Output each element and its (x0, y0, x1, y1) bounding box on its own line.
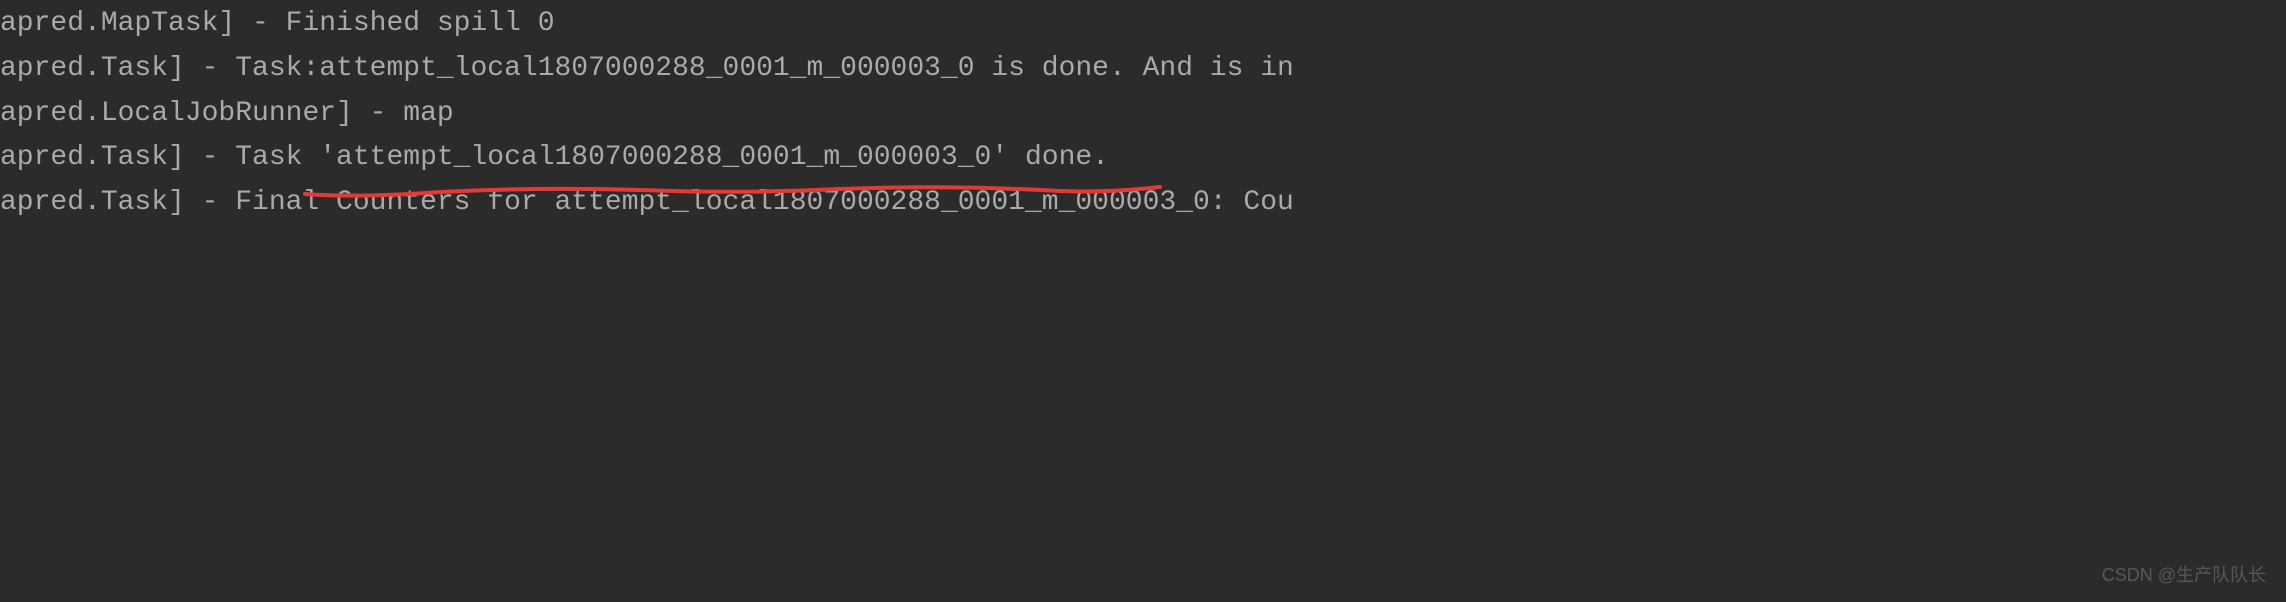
log-line: apred.Task] - Task 'attempt_local1807000… (0, 136, 2286, 181)
log-line: apred.LocalJobRunner] - map (0, 92, 2286, 137)
log-line: apred.Task] - Final Counters for attempt… (0, 181, 2286, 226)
log-line: apred.MapTask] - Finished spill 0 (0, 2, 2286, 47)
watermark-text: CSDN @生产队队长 (2102, 561, 2266, 590)
console-log-output: apred.MapTask] - Finished spill 0 apred.… (0, 2, 2286, 226)
log-line: apred.Task] - Task:attempt_local18070002… (0, 47, 2286, 92)
